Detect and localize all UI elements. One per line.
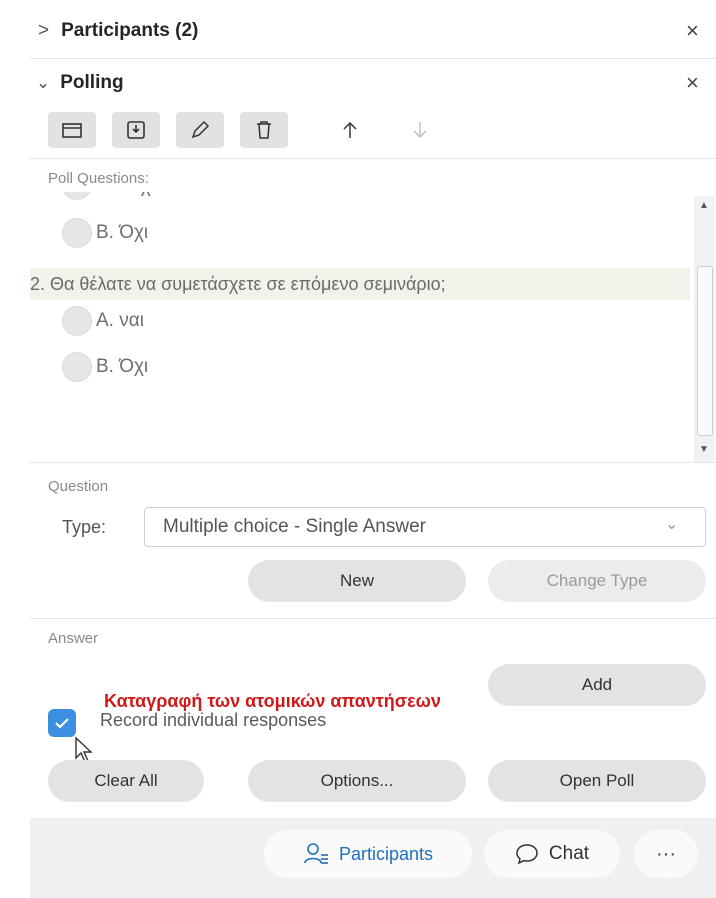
question-section-label: Question <box>48 478 109 495</box>
open-poll-button[interactable]: Open Poll <box>488 760 706 802</box>
open-poll-file-button[interactable] <box>48 112 96 148</box>
chat-icon <box>516 844 538 865</box>
add-answer-button[interactable]: Add <box>488 664 706 706</box>
option-text: B. Όχι <box>96 356 149 377</box>
option-text: B. Όχι <box>96 222 149 243</box>
polling-panel: > Participants (2) × ⌄ Polling × Poll Qu… <box>30 0 716 898</box>
move-down-button[interactable] <box>396 112 444 148</box>
chevron-down-icon: ⌄ <box>665 516 679 533</box>
move-up-icon <box>343 121 357 138</box>
participants-close-icon[interactable]: × <box>686 18 699 44</box>
answer-section-label: Answer <box>48 630 99 647</box>
participants-icon <box>304 843 328 864</box>
divider <box>30 462 716 463</box>
chat-tab-button[interactable]: Chat <box>484 830 620 878</box>
poll-questions-list[interactable]: Όχ B. Όχι 2. Θα θέλατε να συμετάσχετε σε… <box>30 192 716 462</box>
divider <box>30 618 716 619</box>
participants-tab-button[interactable]: Participants <box>264 830 472 878</box>
folder-icon <box>62 123 82 138</box>
participants-tab-label: Participants <box>338 843 434 864</box>
change-type-button[interactable]: Change Type <box>488 560 706 602</box>
answer-radio[interactable] <box>62 306 92 336</box>
save-poll-button[interactable] <box>112 112 160 148</box>
clipped-option-text: Όχ <box>126 192 151 198</box>
bottom-toolbar: Participants Chat ··· <box>30 818 716 898</box>
question-type-select[interactable]: Multiple choice - Single Answer ⌄ <box>144 507 706 547</box>
options-button[interactable]: Options... <box>248 760 466 802</box>
polling-close-icon[interactable]: × <box>686 70 699 96</box>
scroll-down-arrow-icon[interactable]: ▼ <box>699 444 709 455</box>
annotation-text: Καταγραφή των ατομικών απαντήσεων <box>104 691 441 711</box>
more-options-button[interactable]: ··· <box>634 830 698 878</box>
participants-section-header[interactable]: > Participants (2) <box>38 20 710 42</box>
polling-section-header[interactable]: ⌄ Polling <box>36 72 708 94</box>
type-label: Type: <box>62 517 107 537</box>
option-text: A. ναι <box>96 310 144 331</box>
chat-tab-label: Chat <box>548 843 590 864</box>
participants-section-title: Participants (2) <box>61 20 199 41</box>
new-question-button[interactable]: New <box>248 560 466 602</box>
edit-icon <box>191 120 210 139</box>
answer-radio[interactable] <box>62 218 92 248</box>
record-responses-checkbox[interactable] <box>48 709 76 737</box>
edit-question-button[interactable] <box>176 112 224 148</box>
more-icon: ··· <box>656 842 676 865</box>
question-type-value: Multiple choice - Single Answer <box>163 516 426 537</box>
scroll-up-arrow-icon[interactable]: ▲ <box>699 200 709 211</box>
move-down-icon <box>413 122 427 139</box>
answer-radio[interactable] <box>62 192 92 200</box>
scrollbar[interactable]: ▲ ▼ <box>694 196 714 462</box>
polling-section-title: Polling <box>60 72 124 93</box>
scrollbar-thumb[interactable] <box>697 266 713 436</box>
delete-question-button[interactable] <box>240 112 288 148</box>
clear-all-button[interactable]: Clear All <box>48 760 204 802</box>
divider <box>30 158 716 159</box>
question-row[interactable]: 2. Θα θέλατε να συμετάσχετε σε επόμενο σ… <box>30 268 690 300</box>
save-icon <box>127 121 145 139</box>
poll-questions-label: Poll Questions: <box>48 170 149 187</box>
move-up-button[interactable] <box>326 112 374 148</box>
delete-icon <box>257 121 271 139</box>
chevron-down-icon: ⌄ <box>36 73 51 92</box>
record-responses-label[interactable]: Record individual responses <box>100 710 326 731</box>
divider <box>30 58 716 59</box>
answer-radio[interactable] <box>62 352 92 382</box>
chevron-right-icon: > <box>38 20 50 41</box>
check-icon <box>55 718 69 729</box>
